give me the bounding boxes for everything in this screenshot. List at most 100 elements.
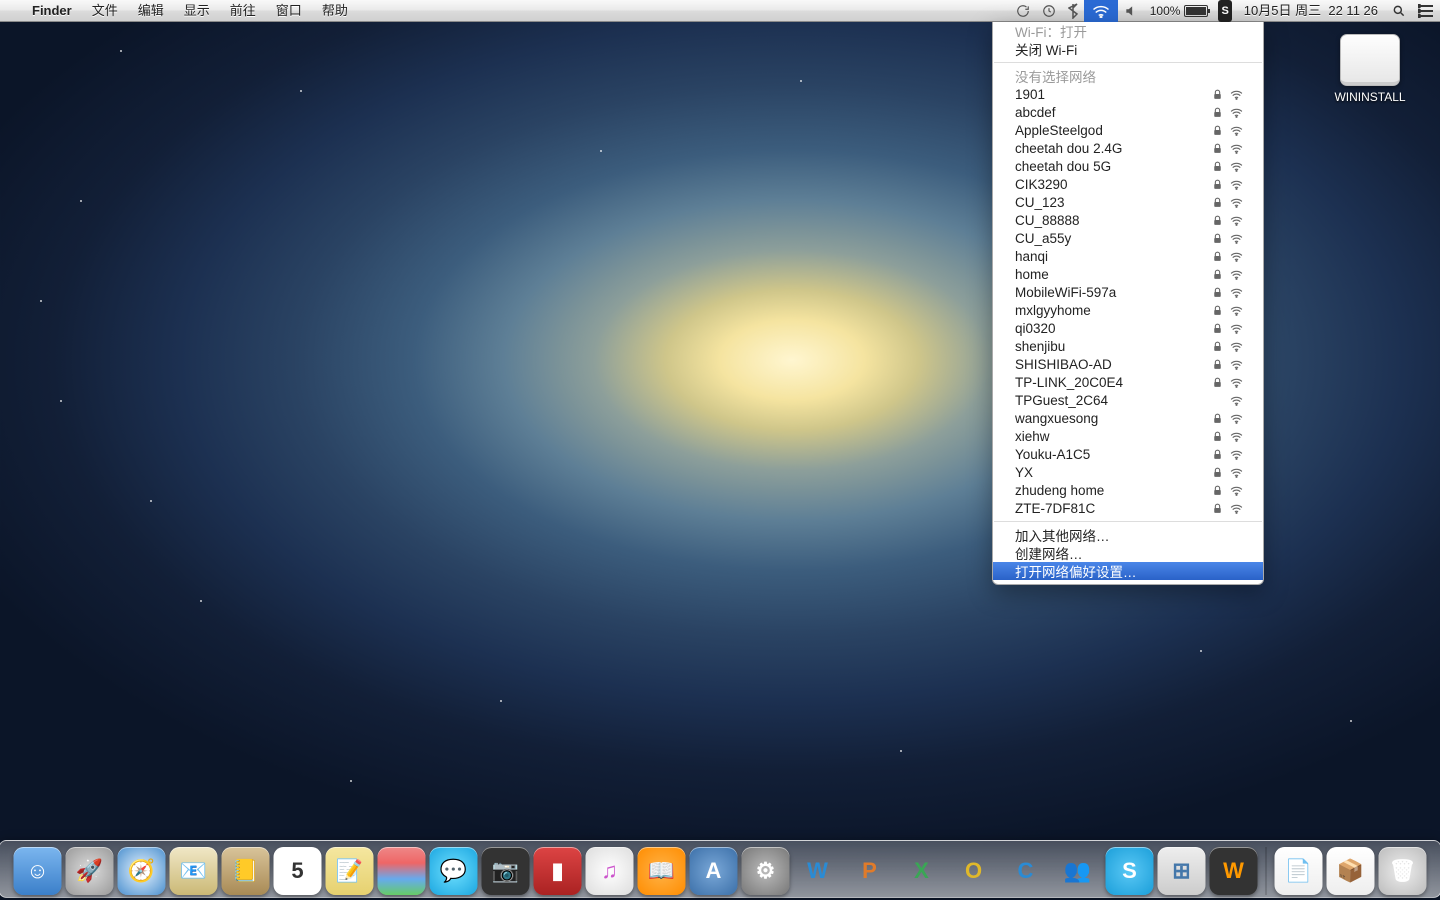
wifi-network-item[interactable]: TP-LINK_20C0E4 <box>993 373 1263 391</box>
dock-contacts[interactable]: 📒 <box>222 847 270 895</box>
wifi-network-item[interactable]: ZTE-7DF81C <box>993 499 1263 517</box>
dock-itunes[interactable]: ♫ <box>586 847 634 895</box>
input-source-icon[interactable]: S <box>1218 0 1231 22</box>
wifi-network-item[interactable]: mxlgyyhome <box>993 301 1263 319</box>
dock-msn[interactable]: 👥 <box>1054 847 1102 895</box>
wifi-network-name: zhudeng home <box>1015 483 1104 498</box>
menu-前往[interactable]: 前往 <box>220 0 266 22</box>
dock-glyph: 5 <box>291 858 303 884</box>
menubar: Finder 文件编辑显示前往窗口帮助 100% S 10月5日 周三 22 1… <box>0 0 1440 22</box>
dock-vm[interactable]: ⊞ <box>1158 847 1206 895</box>
wifi-network-item[interactable]: YX <box>993 463 1263 481</box>
wifi-network-item[interactable]: cheetah dou 5G <box>993 157 1263 175</box>
wifi-network-item[interactable]: 1901 <box>993 85 1263 103</box>
menu-帮助[interactable]: 帮助 <box>312 0 358 22</box>
wifi-network-item[interactable]: qi0320 <box>993 319 1263 337</box>
wifi-network-item[interactable]: wangxuesong <box>993 409 1263 427</box>
dock-glyph: 📖 <box>648 858 675 884</box>
wifi-signal-icon <box>1230 484 1243 497</box>
dock-ibooks[interactable]: 📖 <box>638 847 686 895</box>
dock-walkman[interactable]: W <box>1210 847 1258 895</box>
dock-facetime[interactable]: 📷 <box>482 847 530 895</box>
wifi-signal-icon <box>1230 394 1243 407</box>
dock-finder[interactable]: ☺ <box>14 847 62 895</box>
dock-launchpad[interactable]: 🚀 <box>66 847 114 895</box>
wifi-signal-icon <box>1230 196 1243 209</box>
sync-icon[interactable] <box>1010 0 1036 22</box>
wifi-network-item[interactable]: Youku-A1C5 <box>993 445 1263 463</box>
wifi-toggle-off[interactable]: 关闭 Wi-Fi <box>993 40 1263 58</box>
volume-icon[interactable] <box>1118 0 1144 22</box>
dock-wps-w[interactable]: W <box>794 847 842 895</box>
menu-显示[interactable]: 显示 <box>174 0 220 22</box>
wifi-network-item[interactable]: home <box>993 265 1263 283</box>
wifi-join-other[interactable]: 加入其他网络… <box>993 526 1263 544</box>
wifi-network-item[interactable]: CU_123 <box>993 193 1263 211</box>
desktop-drive[interactable]: WININSTALL <box>1330 34 1410 104</box>
wifi-network-item[interactable]: zhudeng home <box>993 481 1263 499</box>
wifi-network-item[interactable]: MobileWiFi-597a <box>993 283 1263 301</box>
lock-icon <box>1211 484 1224 497</box>
wifi-network-item[interactable]: CU_88888 <box>993 211 1263 229</box>
wifi-signal-icon <box>1230 268 1243 281</box>
battery-status[interactable]: 100% <box>1144 0 1215 22</box>
wifi-network-item[interactable]: CIK3290 <box>993 175 1263 193</box>
wifi-network-name: AppleSteelgod <box>1015 123 1103 138</box>
app-name[interactable]: Finder <box>22 3 82 18</box>
dock-wps-x[interactable]: X <box>898 847 946 895</box>
dock-letter-c[interactable]: C <box>1002 847 1050 895</box>
dock-notes[interactable]: 📝 <box>326 847 374 895</box>
wifi-network-item[interactable]: xiehw <box>993 427 1263 445</box>
dock-photobooth[interactable]: ▮ <box>534 847 582 895</box>
wifi-network-item[interactable]: shenjibu <box>993 337 1263 355</box>
menu-编辑[interactable]: 编辑 <box>128 0 174 22</box>
wifi-status-label: Wi-Fi：打开 <box>993 22 1263 40</box>
wifi-network-item[interactable]: cheetah dou 2.4G <box>993 139 1263 157</box>
wifi-signal-icon <box>1230 88 1243 101</box>
dock-glyph: ⚙ <box>756 858 776 884</box>
wifi-network-name: xiehw <box>1015 429 1050 444</box>
bluetooth-icon[interactable] <box>1062 0 1084 22</box>
menu-窗口[interactable]: 窗口 <box>266 0 312 22</box>
menu-文件[interactable]: 文件 <box>82 0 128 22</box>
wifi-network-item[interactable]: SHISHIBAO-AD <box>993 355 1263 373</box>
wifi-signal-icon <box>1230 304 1243 317</box>
dock-downloads[interactable]: 📦 <box>1327 847 1375 895</box>
wifi-network-item[interactable]: TPGuest_2C64 <box>993 391 1263 409</box>
spotlight-icon[interactable] <box>1386 0 1412 22</box>
dock-reminders[interactable] <box>378 847 426 895</box>
wifi-network-item[interactable]: hanqi <box>993 247 1263 265</box>
dock-glyph: W <box>807 858 828 884</box>
wifi-no-network-label: 没有选择网络 <box>993 67 1263 85</box>
date-display[interactable]: 10月5日 周三 22 11 26 <box>1236 0 1386 22</box>
timemachine-icon[interactable] <box>1036 0 1062 22</box>
notification-center-icon[interactable] <box>1412 0 1440 22</box>
wifi-icon[interactable] <box>1084 0 1118 22</box>
wifi-network-item[interactable]: CU_a55y <box>993 229 1263 247</box>
wifi-create-network[interactable]: 创建网络… <box>993 544 1263 562</box>
dock-appstore[interactable]: A <box>690 847 738 895</box>
wifi-open-prefs[interactable]: 打开网络偏好设置… <box>993 562 1263 580</box>
dock-wps-p[interactable]: P <box>846 847 894 895</box>
wifi-signal-icon <box>1230 214 1243 227</box>
dock-glyph: O <box>965 858 982 884</box>
dock-letter-o[interactable]: O <box>950 847 998 895</box>
dock-skype[interactable]: S <box>1106 847 1154 895</box>
dock-calendar[interactable]: 5 <box>274 847 322 895</box>
dock-preferences[interactable]: ⚙ <box>742 847 790 895</box>
dock-documents[interactable]: 📄 <box>1275 847 1323 895</box>
wifi-network-name: CU_123 <box>1015 195 1065 210</box>
dock-mail[interactable]: 📧 <box>170 847 218 895</box>
wifi-network-name: MobileWiFi-597a <box>1015 285 1116 300</box>
dock-trash[interactable]: 🗑 <box>1379 847 1427 895</box>
dock-safari[interactable]: 🧭 <box>118 847 166 895</box>
wifi-network-name: 1901 <box>1015 87 1045 102</box>
wifi-network-item[interactable]: AppleSteelgod <box>993 121 1263 139</box>
lock-icon <box>1211 142 1224 155</box>
lock-icon <box>1211 214 1224 227</box>
wifi-network-name: SHISHIBAO-AD <box>1015 357 1112 372</box>
dock-messages[interactable]: 💬 <box>430 847 478 895</box>
wifi-signal-icon <box>1230 142 1243 155</box>
lock-icon <box>1211 286 1224 299</box>
wifi-network-item[interactable]: abcdef <box>993 103 1263 121</box>
